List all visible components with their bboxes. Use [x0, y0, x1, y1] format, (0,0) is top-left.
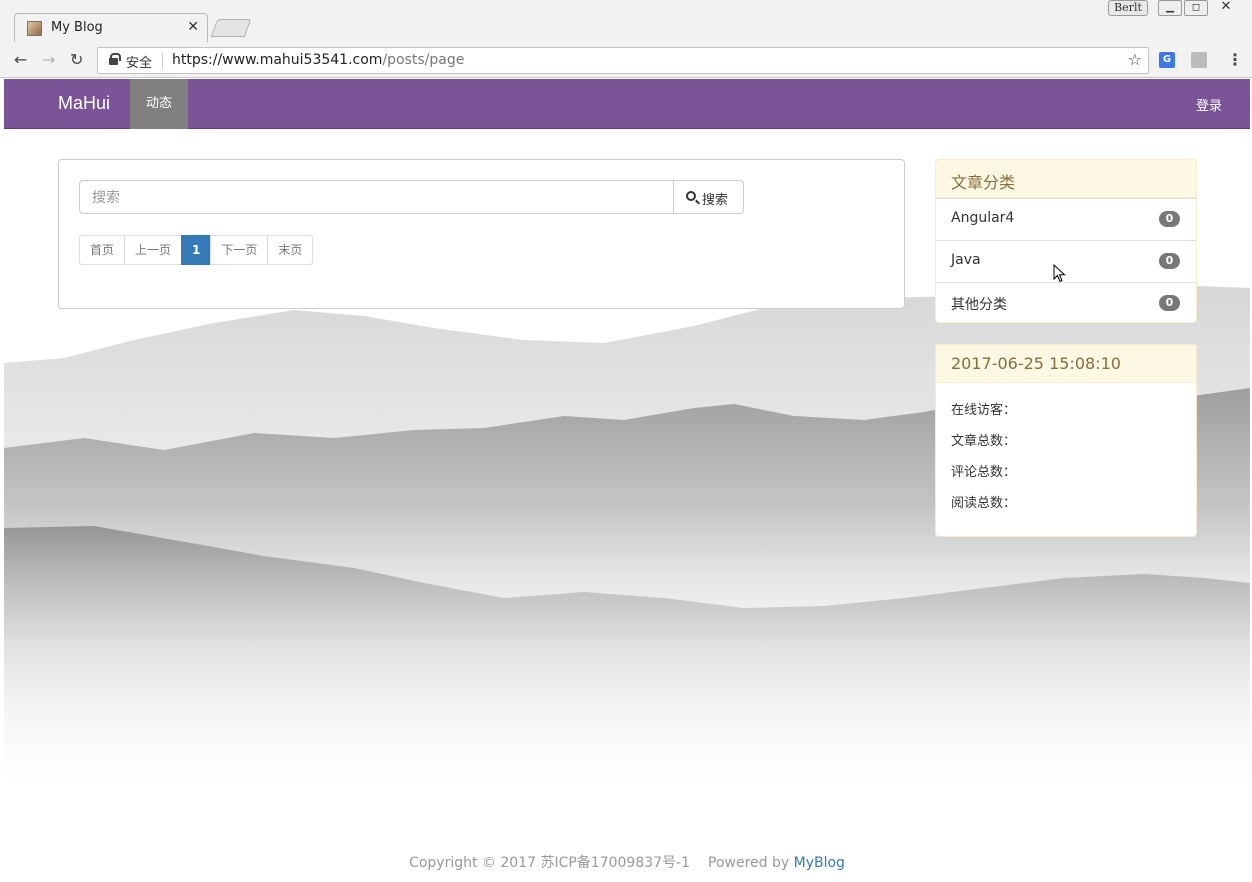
new-tab-button[interactable] — [210, 19, 252, 37]
browser-toolbar: ← → ↻ 安全 https://www.mahui53541.com/post… — [0, 42, 1252, 78]
tab-close-icon[interactable]: ✕ — [187, 19, 199, 35]
nav-item-dongtai[interactable]: 动态 — [130, 79, 188, 129]
profile-badge[interactable]: Berlt — [1108, 0, 1148, 16]
browser-tab[interactable]: My Blog ✕ — [14, 13, 208, 42]
browser-menu-icon[interactable]: ⋮ — [1227, 50, 1243, 69]
pagination: 首页 上一页 1 下一页 末页 — [79, 235, 314, 265]
search-icon — [686, 191, 696, 201]
tab-title: My Blog — [51, 20, 103, 35]
stat-total-articles: 文章总数： — [951, 434, 1017, 449]
footer-powered-by: Powered by — [708, 855, 790, 871]
category-count-badge: 0 — [1159, 295, 1180, 311]
category-count-badge: 0 — [1159, 253, 1180, 269]
extension-icon[interactable] — [1191, 52, 1207, 68]
stat-total-comments: 评论总数： — [951, 465, 1017, 480]
address-bar[interactable]: 安全 https://www.mahui53541.com/posts/page… — [97, 47, 1149, 74]
category-count-badge: 0 — [1159, 211, 1180, 227]
url-text[interactable]: https://www.mahui53541.com/posts/page — [172, 52, 464, 68]
categories-title: 文章分类 — [936, 160, 1196, 198]
mouse-cursor-icon — [1053, 264, 1066, 283]
lock-icon — [109, 53, 121, 65]
forward-arrow-icon[interactable]: → — [42, 50, 55, 69]
site-favicon-icon — [27, 21, 42, 36]
stats-datetime: 2017-06-25 15:08:10 — [936, 345, 1196, 383]
page-last[interactable]: 末页 — [267, 235, 314, 265]
omnibox-divider — [162, 53, 163, 69]
back-arrow-icon[interactable]: ← — [14, 50, 27, 69]
page-viewport: MaHui 动态 登录 搜索 搜索 首页 上一页 1 下一页 末页 文章分类 A… — [4, 78, 1250, 882]
site-navbar: MaHui 动态 登录 — [4, 79, 1250, 129]
close-window-button[interactable]: ✕ — [1214, 0, 1238, 16]
bookmark-star-icon[interactable]: ☆ — [1128, 50, 1142, 69]
secure-label: 安全 — [126, 56, 153, 71]
reload-icon[interactable]: ↻ — [70, 50, 83, 69]
page-current[interactable]: 1 — [181, 235, 212, 265]
stats-panel: 2017-06-25 15:08:10 在线访客： 文章总数： 评论总数： 阅读… — [935, 344, 1197, 537]
translate-extension-icon[interactable]: G — [1159, 52, 1175, 68]
login-link[interactable]: 登录 — [1196, 95, 1222, 114]
footer-myblog-link[interactable]: MyBlog — [794, 855, 845, 871]
posts-panel: 搜索 搜索 首页 上一页 1 下一页 末页 — [58, 159, 905, 309]
category-label: Java — [951, 252, 981, 268]
category-label: Angular4 — [951, 210, 1015, 226]
category-label: 其他分类 — [951, 297, 1007, 313]
categories-panel: 文章分类 Angular4 0 Java 0 其他分类 0 — [935, 159, 1197, 323]
search-button-label: 搜索 — [702, 193, 729, 208]
site-footer: Copyright © 2017 苏ICP备17009837号-1 Powered… — [4, 852, 1250, 872]
page-prev[interactable]: 上一页 — [124, 235, 183, 265]
category-item-angular4[interactable]: Angular4 0 — [936, 198, 1196, 240]
category-item-other[interactable]: 其他分类 0 — [936, 282, 1196, 324]
page-first[interactable]: 首页 — [79, 235, 126, 265]
stat-online-visitors: 在线访客： — [951, 403, 1017, 418]
minimize-button[interactable]: ▁ — [1158, 0, 1182, 16]
search-button[interactable]: 搜索 — [673, 180, 744, 214]
nav-item-label: 动态 — [145, 96, 172, 111]
search-input[interactable]: 搜索 — [79, 180, 674, 214]
page-next[interactable]: 下一页 — [210, 235, 269, 265]
maximize-button[interactable]: ◻ — [1184, 0, 1208, 16]
footer-copyright: Copyright © 2017 苏ICP备17009837号-1 — [409, 855, 691, 871]
site-brand[interactable]: MaHui — [58, 93, 110, 114]
browser-titlebar: My Blog ✕ Berlt ▁ ◻ ✕ — [0, 0, 1252, 42]
stat-total-reads: 阅读总数： — [951, 496, 1017, 511]
